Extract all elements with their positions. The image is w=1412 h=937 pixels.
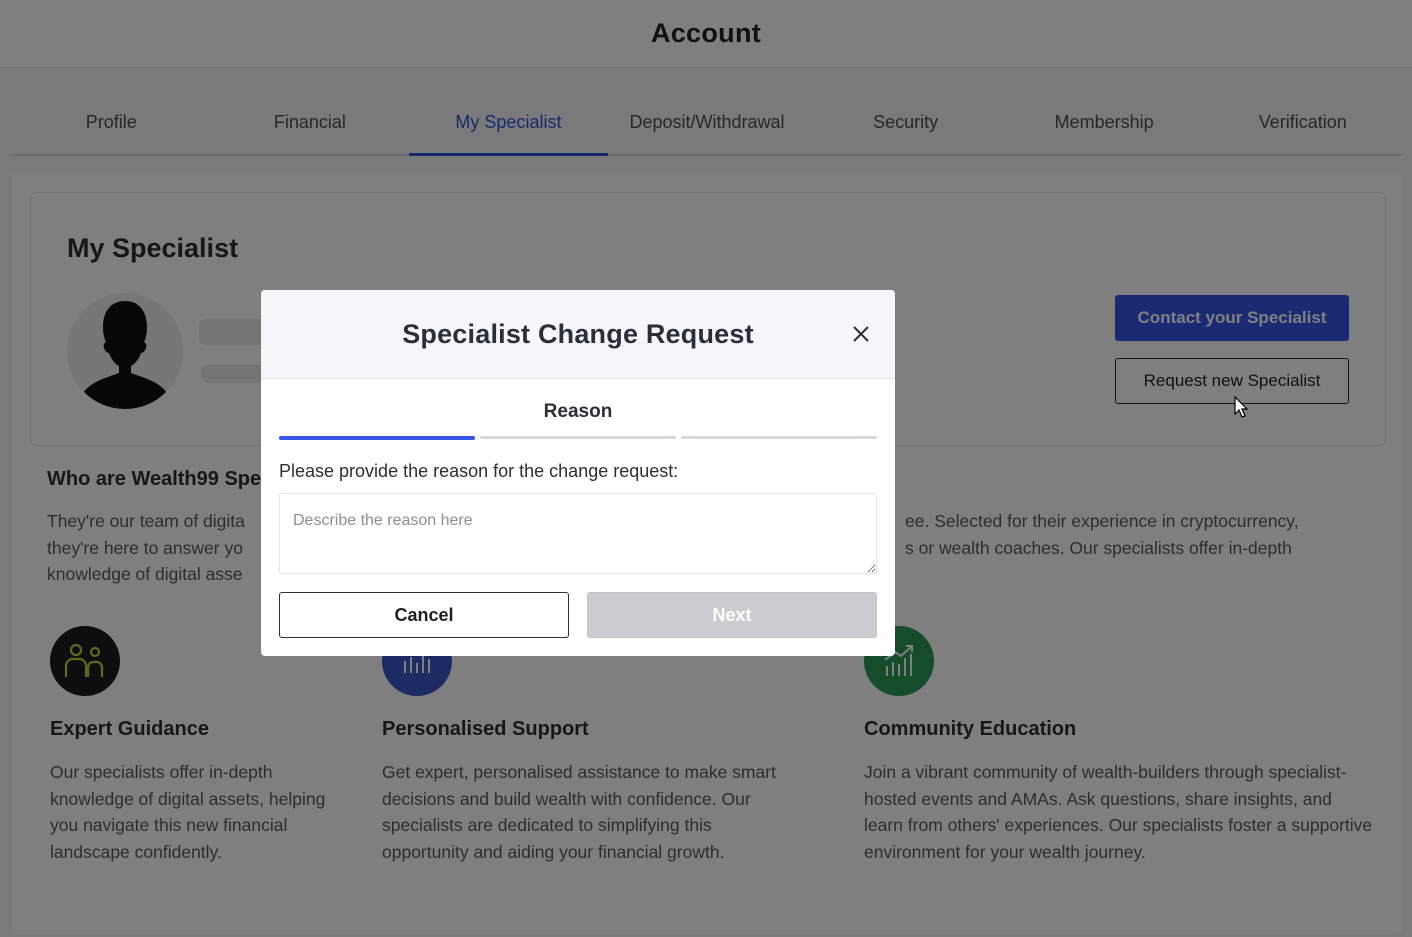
reason-prompt: Please provide the reason for the change… bbox=[279, 461, 679, 481]
step-indicator-2 bbox=[480, 436, 676, 439]
cancel-button[interactable]: Cancel bbox=[279, 592, 569, 638]
dialog-title: Specialist Change Request bbox=[402, 318, 754, 349]
step-progress bbox=[279, 436, 877, 440]
step-title: Reason bbox=[543, 401, 613, 422]
mouse-cursor-icon bbox=[1234, 396, 1249, 418]
step-indicator-1 bbox=[279, 436, 475, 440]
close-icon[interactable] bbox=[849, 322, 873, 346]
next-button[interactable]: Next bbox=[587, 592, 877, 638]
reason-textarea[interactable] bbox=[279, 493, 877, 574]
step-indicator-3 bbox=[681, 436, 877, 439]
specialist-change-request-dialog: Specialist Change Request Reason Please … bbox=[261, 290, 895, 656]
dialog-header: Specialist Change Request bbox=[261, 290, 895, 379]
